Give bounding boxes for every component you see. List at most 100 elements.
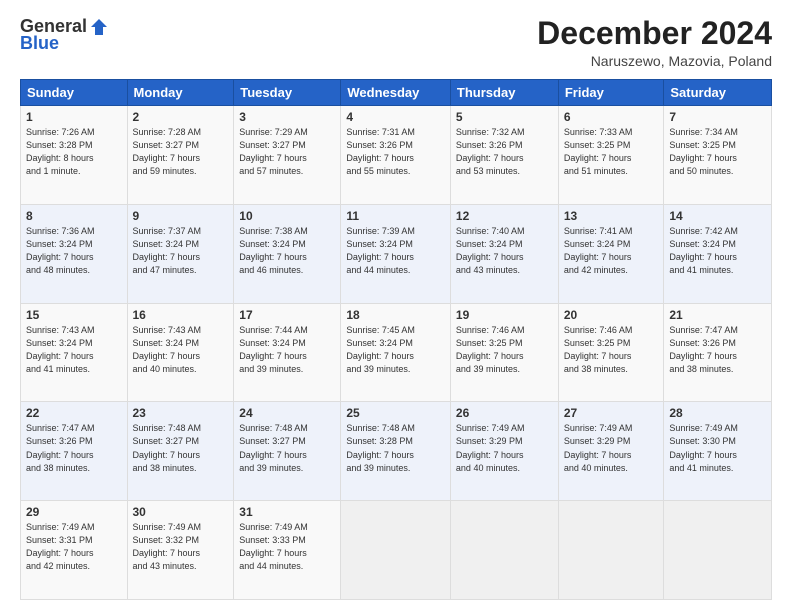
- day-info: Sunrise: 7:26 AM Sunset: 3:28 PM Dayligh…: [26, 126, 122, 178]
- col-thursday: Thursday: [450, 80, 558, 106]
- day-number: 17: [239, 308, 335, 322]
- day-info: Sunrise: 7:47 AM Sunset: 3:26 PM Dayligh…: [669, 324, 766, 376]
- day-cell: 22 Sunrise: 7:47 AM Sunset: 3:26 PM Dayli…: [21, 402, 128, 501]
- day-number: 23: [133, 406, 229, 420]
- day-number: 21: [669, 308, 766, 322]
- day-number: 5: [456, 110, 553, 124]
- day-info: Sunrise: 7:49 AM Sunset: 3:31 PM Dayligh…: [26, 521, 122, 573]
- day-info: Sunrise: 7:37 AM Sunset: 3:24 PM Dayligh…: [133, 225, 229, 277]
- day-info: Sunrise: 7:49 AM Sunset: 3:29 PM Dayligh…: [456, 422, 553, 474]
- day-number: 10: [239, 209, 335, 223]
- col-sunday: Sunday: [21, 80, 128, 106]
- day-cell: 2 Sunrise: 7:28 AM Sunset: 3:27 PM Daylig…: [127, 106, 234, 205]
- day-number: 20: [564, 308, 659, 322]
- day-number: 4: [346, 110, 445, 124]
- day-number: 28: [669, 406, 766, 420]
- day-cell: 26 Sunrise: 7:49 AM Sunset: 3:29 PM Dayli…: [450, 402, 558, 501]
- day-number: 8: [26, 209, 122, 223]
- day-info: Sunrise: 7:48 AM Sunset: 3:27 PM Dayligh…: [133, 422, 229, 474]
- day-cell: [558, 501, 664, 600]
- day-cell: 11 Sunrise: 7:39 AM Sunset: 3:24 PM Dayli…: [341, 204, 451, 303]
- day-number: 30: [133, 505, 229, 519]
- day-cell: 5 Sunrise: 7:32 AM Sunset: 3:26 PM Daylig…: [450, 106, 558, 205]
- day-info: Sunrise: 7:47 AM Sunset: 3:26 PM Dayligh…: [26, 422, 122, 474]
- day-info: Sunrise: 7:32 AM Sunset: 3:26 PM Dayligh…: [456, 126, 553, 178]
- day-number: 31: [239, 505, 335, 519]
- day-info: Sunrise: 7:49 AM Sunset: 3:29 PM Dayligh…: [564, 422, 659, 474]
- day-number: 19: [456, 308, 553, 322]
- day-cell: 13 Sunrise: 7:41 AM Sunset: 3:24 PM Dayli…: [558, 204, 664, 303]
- day-cell: 6Sunrise: 7:33 AM Sunset: 3:25 PM Daylig…: [558, 106, 664, 205]
- day-cell: [450, 501, 558, 600]
- day-cell: 15 Sunrise: 7:43 AM Sunset: 3:24 PM Dayli…: [21, 303, 128, 402]
- page: General Blue December 2024 Naruszewo, Ma…: [0, 0, 792, 612]
- week-row-3: 15 Sunrise: 7:43 AM Sunset: 3:24 PM Dayli…: [21, 303, 772, 402]
- logo: General Blue: [20, 16, 109, 54]
- day-cell: 30 Sunrise: 7:49 AM Sunset: 3:32 PM Dayli…: [127, 501, 234, 600]
- day-cell: 17 Sunrise: 7:44 AM Sunset: 3:24 PM Dayli…: [234, 303, 341, 402]
- day-cell: 7Sunrise: 7:34 AM Sunset: 3:25 PM Daylig…: [664, 106, 772, 205]
- day-number: 13: [564, 209, 659, 223]
- day-number: 12: [456, 209, 553, 223]
- header-row: Sunday Monday Tuesday Wednesday Thursday…: [21, 80, 772, 106]
- day-info: Sunrise: 7:46 AM Sunset: 3:25 PM Dayligh…: [456, 324, 553, 376]
- logo-blue-text: Blue: [20, 33, 59, 54]
- day-cell: 4 Sunrise: 7:31 AM Sunset: 3:26 PM Daylig…: [341, 106, 451, 205]
- day-info: Sunrise: 7:45 AM Sunset: 3:24 PM Dayligh…: [346, 324, 445, 376]
- day-info: Sunrise: 7:42 AM Sunset: 3:24 PM Dayligh…: [669, 225, 766, 277]
- day-number: 24: [239, 406, 335, 420]
- day-number: 29: [26, 505, 122, 519]
- day-info: Sunrise: 7:48 AM Sunset: 3:27 PM Dayligh…: [239, 422, 335, 474]
- day-cell: 29 Sunrise: 7:49 AM Sunset: 3:31 PM Dayli…: [21, 501, 128, 600]
- day-number: 22: [26, 406, 122, 420]
- day-cell: 21 Sunrise: 7:47 AM Sunset: 3:26 PM Dayli…: [664, 303, 772, 402]
- day-cell: 1Sunrise: 7:26 AM Sunset: 3:28 PM Daylig…: [21, 106, 128, 205]
- day-info: Sunrise: 7:29 AM Sunset: 3:27 PM Dayligh…: [239, 126, 335, 178]
- day-info: Sunrise: 7:49 AM Sunset: 3:32 PM Dayligh…: [133, 521, 229, 573]
- day-cell: [664, 501, 772, 600]
- calendar: Sunday Monday Tuesday Wednesday Thursday…: [20, 79, 772, 600]
- day-info: Sunrise: 7:43 AM Sunset: 3:24 PM Dayligh…: [26, 324, 122, 376]
- col-wednesday: Wednesday: [341, 80, 451, 106]
- day-cell: 14 Sunrise: 7:42 AM Sunset: 3:24 PM Dayli…: [664, 204, 772, 303]
- day-info: Sunrise: 7:40 AM Sunset: 3:24 PM Dayligh…: [456, 225, 553, 277]
- day-cell: 3 Sunrise: 7:29 AM Sunset: 3:27 PM Daylig…: [234, 106, 341, 205]
- day-info: Sunrise: 7:49 AM Sunset: 3:33 PM Dayligh…: [239, 521, 335, 573]
- day-number: 6: [564, 110, 659, 124]
- day-cell: 8 Sunrise: 7:36 AM Sunset: 3:24 PM Daylig…: [21, 204, 128, 303]
- day-cell: 25 Sunrise: 7:48 AM Sunset: 3:28 PM Dayli…: [341, 402, 451, 501]
- day-cell: 9Sunrise: 7:37 AM Sunset: 3:24 PM Daylig…: [127, 204, 234, 303]
- day-info: Sunrise: 7:31 AM Sunset: 3:26 PM Dayligh…: [346, 126, 445, 178]
- week-row-2: 8 Sunrise: 7:36 AM Sunset: 3:24 PM Daylig…: [21, 204, 772, 303]
- day-info: Sunrise: 7:48 AM Sunset: 3:28 PM Dayligh…: [346, 422, 445, 474]
- day-cell: 23 Sunrise: 7:48 AM Sunset: 3:27 PM Dayli…: [127, 402, 234, 501]
- day-cell: 16Sunrise: 7:43 AM Sunset: 3:24 PM Dayli…: [127, 303, 234, 402]
- day-number: 25: [346, 406, 445, 420]
- day-info: Sunrise: 7:41 AM Sunset: 3:24 PM Dayligh…: [564, 225, 659, 277]
- day-cell: 12 Sunrise: 7:40 AM Sunset: 3:24 PM Dayli…: [450, 204, 558, 303]
- day-number: 26: [456, 406, 553, 420]
- day-cell: 20Sunrise: 7:46 AM Sunset: 3:25 PM Dayli…: [558, 303, 664, 402]
- logo-icon: [89, 17, 109, 37]
- day-cell: 27Sunrise: 7:49 AM Sunset: 3:29 PM Dayli…: [558, 402, 664, 501]
- day-cell: 10Sunrise: 7:38 AM Sunset: 3:24 PM Dayli…: [234, 204, 341, 303]
- day-info: Sunrise: 7:36 AM Sunset: 3:24 PM Dayligh…: [26, 225, 122, 277]
- day-number: 11: [346, 209, 445, 223]
- calendar-header: Sunday Monday Tuesday Wednesday Thursday…: [21, 80, 772, 106]
- col-tuesday: Tuesday: [234, 80, 341, 106]
- day-cell: [341, 501, 451, 600]
- day-info: Sunrise: 7:43 AM Sunset: 3:24 PM Dayligh…: [133, 324, 229, 376]
- day-cell: 18Sunrise: 7:45 AM Sunset: 3:24 PM Dayli…: [341, 303, 451, 402]
- day-info: Sunrise: 7:34 AM Sunset: 3:25 PM Dayligh…: [669, 126, 766, 178]
- day-number: 2: [133, 110, 229, 124]
- day-number: 14: [669, 209, 766, 223]
- day-info: Sunrise: 7:39 AM Sunset: 3:24 PM Dayligh…: [346, 225, 445, 277]
- day-info: Sunrise: 7:44 AM Sunset: 3:24 PM Dayligh…: [239, 324, 335, 376]
- calendar-body: 1Sunrise: 7:26 AM Sunset: 3:28 PM Daylig…: [21, 106, 772, 600]
- week-row-1: 1Sunrise: 7:26 AM Sunset: 3:28 PM Daylig…: [21, 106, 772, 205]
- day-cell: 31 Sunrise: 7:49 AM Sunset: 3:33 PM Dayli…: [234, 501, 341, 600]
- title-section: December 2024 Naruszewo, Mazovia, Poland: [537, 16, 772, 69]
- day-number: 15: [26, 308, 122, 322]
- day-info: Sunrise: 7:28 AM Sunset: 3:27 PM Dayligh…: [133, 126, 229, 178]
- day-number: 3: [239, 110, 335, 124]
